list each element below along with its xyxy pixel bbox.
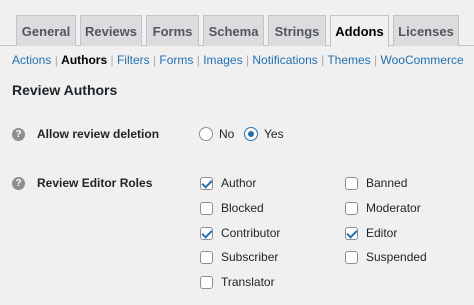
settings-tabs: General Reviews Forms Schema Strings Add…	[0, 0, 474, 47]
editor-roles-label-text: Review Editor Roles	[37, 176, 153, 190]
checkbox-author[interactable]	[200, 176, 213, 190]
tab-general[interactable]: General	[16, 15, 76, 46]
subnav-forms[interactable]: Forms	[159, 53, 193, 67]
checkbox-blocked[interactable]	[200, 201, 213, 215]
addons-subnav: Actions | Authors | Filters | Forms | Im…	[12, 52, 464, 68]
subnav-themes[interactable]: Themes	[327, 53, 370, 67]
allow-deletion-label: ? Allow review deletion	[12, 127, 159, 141]
checkbox-subscriber[interactable]	[200, 250, 213, 264]
checkbox-editor[interactable]	[345, 226, 358, 240]
tab-addons[interactable]: Addons	[330, 15, 389, 47]
role-translator-label: Translator	[221, 275, 275, 289]
tab-licenses[interactable]: Licenses	[393, 15, 459, 46]
role-translator[interactable]: Translator	[200, 275, 275, 289]
checkbox-contributor[interactable]	[200, 226, 213, 240]
subnav-actions[interactable]: Actions	[12, 53, 51, 67]
radio-yes-label: Yes	[264, 127, 284, 141]
help-icon[interactable]: ?	[12, 176, 25, 190]
radio-no[interactable]	[199, 127, 213, 141]
role-suspended[interactable]: Suspended	[345, 250, 427, 264]
role-blocked[interactable]: Blocked	[200, 201, 264, 215]
role-moderator[interactable]: Moderator	[345, 201, 421, 215]
role-author-label: Author	[221, 176, 257, 190]
role-contributor-label: Contributor	[221, 226, 281, 240]
tab-reviews[interactable]: Reviews	[80, 15, 142, 46]
role-moderator-label: Moderator	[366, 201, 421, 215]
deletion-option-yes[interactable]: Yes	[244, 127, 284, 141]
editor-roles-label: ? Review Editor Roles	[12, 176, 152, 190]
role-editor[interactable]: Editor	[345, 226, 397, 240]
checkbox-moderator[interactable]	[345, 201, 358, 215]
tab-forms[interactable]: Forms	[146, 15, 199, 46]
allow-deletion-label-text: Allow review deletion	[37, 127, 160, 141]
tab-schema[interactable]: Schema	[203, 15, 264, 46]
role-suspended-label: Suspended	[366, 250, 427, 264]
subnav-images[interactable]: Images	[203, 53, 242, 67]
subnav-authors: Authors	[61, 53, 108, 67]
role-editor-label: Editor	[366, 226, 398, 240]
checkbox-translator[interactable]	[200, 275, 213, 289]
deletion-option-no[interactable]: No	[199, 127, 234, 141]
radio-no-label: No	[219, 127, 235, 141]
radio-yes[interactable]	[244, 127, 258, 141]
subnav-woocommerce[interactable]: WooCommerce	[380, 53, 463, 67]
role-banned-label: Banned	[366, 176, 408, 190]
checkbox-suspended[interactable]	[345, 250, 358, 264]
role-author[interactable]: Author	[200, 176, 256, 190]
role-subscriber[interactable]: Subscriber	[200, 250, 278, 264]
role-subscriber-label: Subscriber	[221, 250, 279, 264]
tab-strings[interactable]: Strings	[268, 15, 326, 46]
section-title: Review Authors	[12, 82, 118, 98]
role-banned[interactable]: Banned	[345, 176, 407, 190]
subnav-filters[interactable]: Filters	[117, 53, 150, 67]
role-contributor[interactable]: Contributor	[200, 226, 280, 240]
subnav-notifications[interactable]: Notifications	[252, 53, 317, 67]
help-icon[interactable]: ?	[12, 127, 25, 141]
role-blocked-label: Blocked	[221, 201, 264, 215]
checkbox-banned[interactable]	[345, 176, 358, 190]
